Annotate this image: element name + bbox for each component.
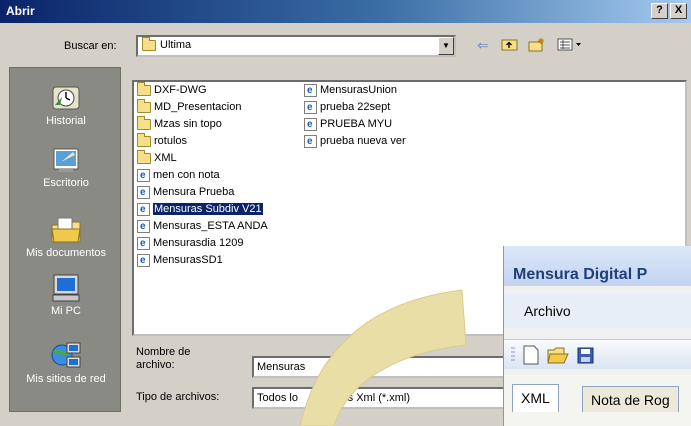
folder-icon: [137, 149, 151, 164]
list-item[interactable]: men con nota: [137, 167, 220, 184]
menu-archivo[interactable]: Archivo: [524, 303, 571, 319]
lookin-combo[interactable]: Ultima ▼: [136, 35, 456, 57]
app-title-bar[interactable]: Mensura Digital P: [504, 246, 691, 286]
place-desktop-label: Escritorio: [43, 177, 89, 189]
my-computer-icon: [52, 274, 80, 302]
app-menu-bar: Archivo: [504, 294, 691, 328]
chevron-down-icon[interactable]: ▼: [438, 37, 454, 55]
dialog-title: Abrir: [6, 4, 35, 18]
view-menu-icon[interactable]: [556, 37, 586, 53]
lookin-value: Ultima: [160, 39, 192, 51]
folder-icon: [137, 81, 151, 96]
xml-file-icon: [304, 134, 317, 150]
app-title: Mensura Digital P: [513, 266, 648, 283]
my-documents-icon: [51, 217, 81, 243]
app-tabs: XML Nota de Rog: [504, 374, 691, 426]
tab-nota-de-rog[interactable]: Nota de Rog: [582, 386, 679, 412]
place-history-label: Historial: [46, 115, 86, 127]
place-my-computer-label: Mi PC: [51, 305, 81, 317]
list-item[interactable]: XML: [137, 149, 177, 166]
new-folder-icon[interactable]: [528, 37, 546, 53]
app-toolbar: [504, 339, 691, 369]
xml-file-icon: [304, 117, 317, 133]
folder-icon: [137, 98, 151, 113]
xml-file-icon: [137, 202, 150, 218]
open-folder-icon[interactable]: [547, 347, 569, 364]
list-item[interactable]: MensurasUnion: [304, 82, 397, 99]
xml-file-icon: [304, 83, 317, 99]
history-icon: [52, 86, 80, 110]
place-history[interactable]: Historial: [10, 83, 122, 127]
list-item[interactable]: prueba nueva ver: [304, 133, 406, 150]
xml-file-icon: [137, 236, 150, 252]
place-desktop[interactable]: Escritorio: [10, 145, 122, 189]
place-network-label: Mis sitios de red: [26, 373, 106, 385]
folder-icon: [137, 115, 151, 130]
up-folder-icon[interactable]: [500, 37, 518, 53]
network-places-icon: [51, 342, 81, 368]
list-item[interactable]: DXF-DWG: [137, 81, 207, 98]
list-item[interactable]: MensurasSD1: [137, 252, 223, 269]
back-arrow-icon[interactable]: ⇐: [474, 37, 492, 53]
desktop-icon: [53, 148, 79, 172]
list-item[interactable]: Mensura Prueba: [137, 184, 234, 201]
folder-icon: [142, 36, 156, 51]
xml-file-icon: [137, 253, 150, 269]
close-button[interactable]: X: [670, 3, 687, 19]
save-icon[interactable]: [577, 347, 594, 364]
lookin-label: Buscar en:: [64, 40, 117, 52]
xml-file-icon: [137, 219, 150, 235]
place-my-documents[interactable]: Mis documentos: [10, 215, 122, 259]
filename-label: Nombre de archivo:: [136, 346, 191, 371]
tab-xml[interactable]: XML: [512, 384, 559, 412]
new-document-icon[interactable]: [523, 345, 539, 365]
place-my-documents-label: Mis documentos: [25, 247, 107, 259]
filetype-label: Tipo de archivos:: [136, 391, 220, 403]
filename-input[interactable]: Mensuras: [252, 356, 512, 378]
folder-icon: [137, 132, 151, 147]
places-bar: Historial Escritorio Mis documentos Mi P…: [9, 67, 121, 412]
xml-file-icon: [137, 168, 150, 184]
list-item[interactable]: PRUEBA MYU: [304, 116, 392, 133]
list-item[interactable]: prueba 22sept: [304, 99, 390, 116]
filetype-select[interactable]: Todos lo chivos Xml (*.xml): [252, 387, 512, 409]
help-button[interactable]: ?: [651, 3, 668, 19]
list-item[interactable]: rotulos: [137, 132, 187, 149]
list-item[interactable]: Mensuras_ESTA ANDA: [137, 218, 268, 235]
mensura-app-window[interactable]: Mensura Digital P Archivo XML Nota de Ro…: [503, 246, 691, 426]
dialog-title-bar[interactable]: Abrir ? X: [0, 0, 691, 23]
list-item[interactable]: MD_Presentacion: [137, 98, 241, 115]
place-network[interactable]: Mis sitios de red: [10, 341, 122, 385]
list-item[interactable]: Mensurasdia 1209: [137, 235, 244, 252]
place-my-computer[interactable]: Mi PC: [10, 273, 122, 317]
xml-file-icon: [304, 100, 317, 116]
list-item-selected[interactable]: Mensuras Subdiv V21: [137, 201, 263, 218]
xml-file-icon: [137, 185, 150, 201]
list-item[interactable]: Mzas sin topo: [137, 115, 222, 132]
